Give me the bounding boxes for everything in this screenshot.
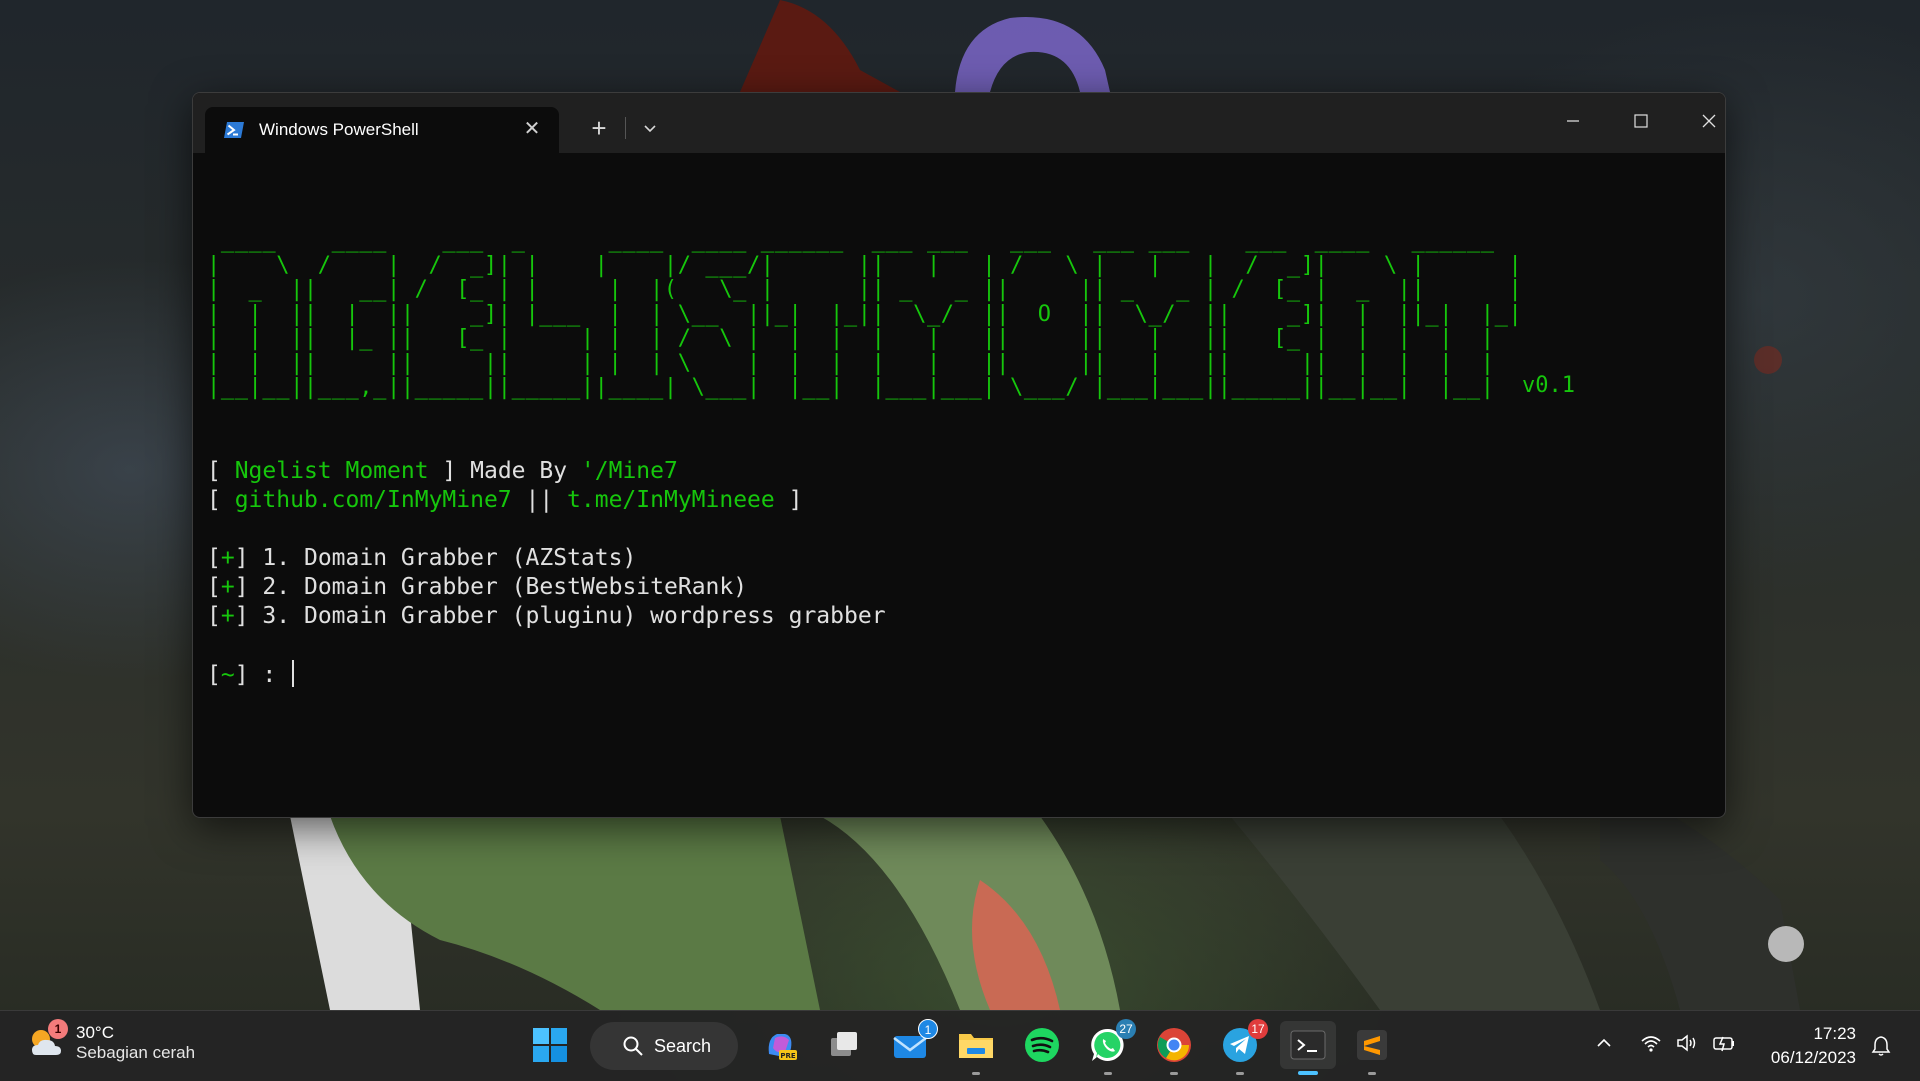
title-bar[interactable]: Windows PowerShell ✕ + bbox=[193, 93, 1725, 153]
running-indicator bbox=[1236, 1072, 1244, 1075]
copilot-icon: PRE bbox=[768, 1034, 797, 1060]
notification-bell-icon[interactable] bbox=[1870, 1035, 1892, 1057]
weather-badge: 1 bbox=[48, 1019, 68, 1039]
mail-app[interactable]: 1 bbox=[886, 1019, 938, 1069]
powershell-icon bbox=[224, 122, 244, 138]
close-tab-icon[interactable]: ✕ bbox=[521, 118, 543, 140]
running-indicator bbox=[1170, 1072, 1178, 1075]
running-indicator bbox=[972, 1072, 980, 1075]
chrome-app[interactable] bbox=[1150, 1021, 1198, 1075]
tab-title: Windows PowerShell bbox=[259, 120, 419, 139]
menu-option-1: [+] 1. Domain Grabber (AZStats) bbox=[207, 545, 637, 571]
whatsapp-app[interactable]: 27 bbox=[1084, 1019, 1136, 1075]
version-label: v0.1 bbox=[1522, 373, 1575, 398]
tool-name: Ngelist Moment bbox=[234, 458, 429, 484]
sublime-text-app[interactable] bbox=[1348, 1021, 1396, 1075]
weather-temperature: 30°C bbox=[76, 1023, 114, 1042]
taskbar: 1 30°C Sebagian cerah Search PRE 1 27 17… bbox=[0, 1010, 1920, 1081]
file-explorer-app[interactable] bbox=[952, 1021, 1000, 1075]
terminal-app[interactable] bbox=[1280, 1021, 1336, 1075]
chrome-icon bbox=[1157, 1028, 1191, 1062]
close-icon[interactable] bbox=[1675, 99, 1726, 143]
whatsapp-badge: 27 bbox=[1116, 1019, 1136, 1039]
minimize-icon[interactable] bbox=[1539, 99, 1607, 143]
spotify-app[interactable] bbox=[1018, 1021, 1066, 1069]
start-button[interactable] bbox=[526, 1021, 574, 1069]
weather-description: Sebagian cerah bbox=[76, 1043, 196, 1062]
search-label: Search bbox=[654, 1035, 712, 1056]
spotify-icon bbox=[1025, 1028, 1059, 1062]
terminal-icon bbox=[1290, 1030, 1326, 1060]
menu-option-3: [+] 3. Domain Grabber (pluginu) wordpres… bbox=[207, 603, 886, 629]
github-link: github.com/InMyMine7 bbox=[234, 487, 512, 513]
telegram-app[interactable]: 17 bbox=[1216, 1019, 1268, 1075]
running-indicator bbox=[1368, 1072, 1376, 1075]
partly-cloudy-icon: 1 bbox=[26, 1019, 68, 1063]
search-icon bbox=[623, 1036, 643, 1056]
svg-text:PRE: PRE bbox=[780, 1052, 796, 1060]
volume-icon[interactable] bbox=[1676, 1033, 1698, 1053]
author-name: '/Mine7 bbox=[580, 458, 678, 484]
credit-line: [ Ngelist Moment ] Made By '/Mine7 bbox=[207, 458, 678, 484]
chevron-down-icon[interactable] bbox=[633, 113, 667, 145]
ascii-art-banner: ____ ____ ___ _ ____ ____ ______ ___ ___… bbox=[207, 228, 1523, 400]
running-indicator bbox=[1104, 1072, 1112, 1075]
tab-windows-powershell[interactable]: Windows PowerShell ✕ bbox=[205, 107, 559, 153]
windows-icon bbox=[533, 1028, 567, 1062]
input-prompt[interactable]: [~] : bbox=[207, 660, 295, 690]
battery-charging-icon[interactable] bbox=[1712, 1033, 1736, 1053]
clock[interactable]: 17:23 06/12/2023 bbox=[1771, 1022, 1856, 1070]
wifi-icon[interactable] bbox=[1640, 1033, 1662, 1053]
sublime-text-icon bbox=[1357, 1030, 1387, 1060]
powershell-window: Windows PowerShell ✕ + ____ ____ ___ _ _… bbox=[192, 92, 1726, 818]
menu-option-2: [+] 2. Domain Grabber (BestWebsiteRank) bbox=[207, 574, 748, 600]
task-view-icon bbox=[831, 1032, 857, 1056]
text-cursor bbox=[292, 660, 295, 687]
active-indicator bbox=[1298, 1071, 1318, 1075]
clock-time: 17:23 bbox=[1813, 1024, 1856, 1043]
telegram-badge: 17 bbox=[1248, 1019, 1268, 1039]
telegram-link: t.me/InMyMineee bbox=[567, 487, 775, 513]
new-tab-button[interactable]: + bbox=[579, 111, 619, 145]
chevron-up-icon[interactable] bbox=[1594, 1033, 1614, 1053]
clock-date: 06/12/2023 bbox=[1770, 1048, 1856, 1067]
folder-icon bbox=[959, 1034, 993, 1058]
mail-badge: 1 bbox=[918, 1019, 938, 1039]
tab-separator bbox=[625, 117, 626, 139]
terminal-output[interactable]: ____ ____ ___ _ ____ ____ ______ ___ ___… bbox=[207, 163, 1711, 807]
maximize-icon[interactable] bbox=[1607, 99, 1675, 143]
weather-widget[interactable]: 1 30°C Sebagian cerah bbox=[26, 1019, 196, 1063]
task-view-button[interactable] bbox=[820, 1021, 868, 1069]
links-line: [ github.com/InMyMine7 || t.me/InMyMinee… bbox=[207, 487, 803, 513]
copilot-app[interactable]: PRE bbox=[756, 1021, 804, 1069]
search-button[interactable]: Search bbox=[590, 1022, 738, 1070]
